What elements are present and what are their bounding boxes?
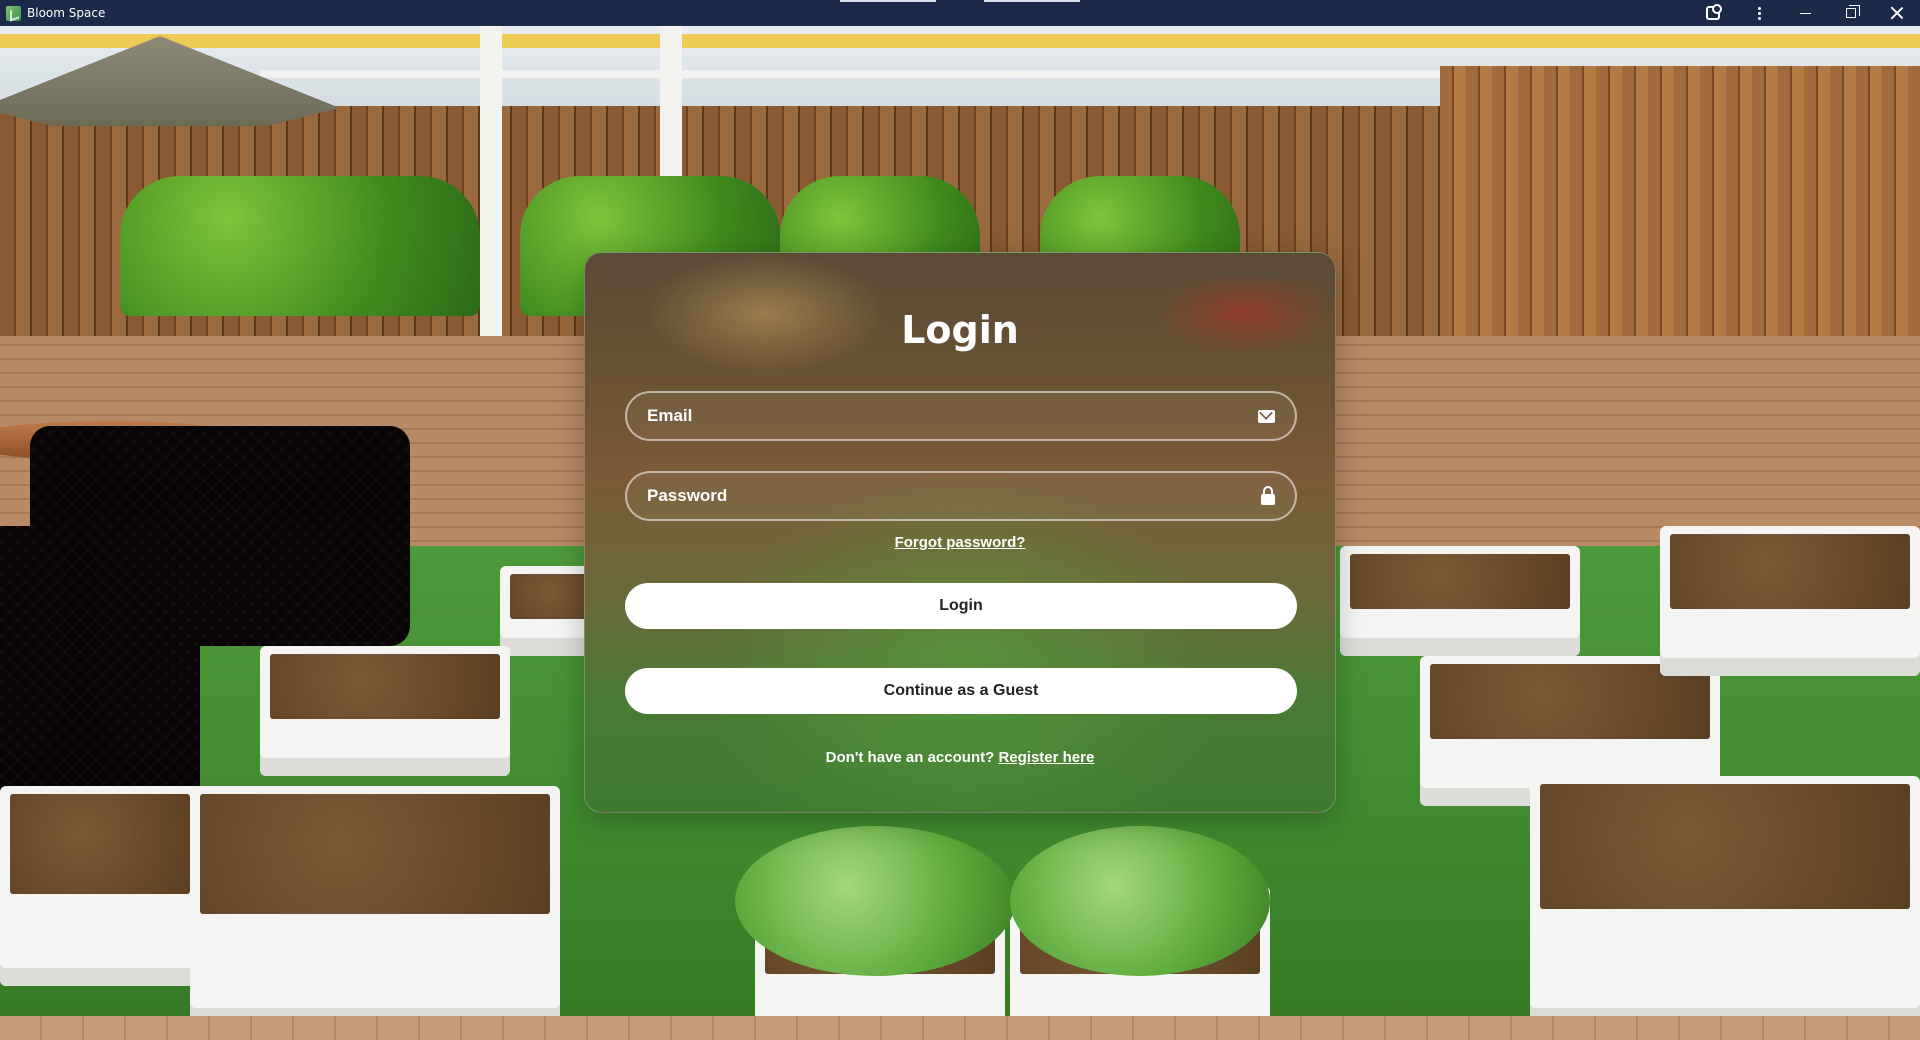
- email-input[interactable]: [647, 406, 1258, 426]
- extensions-icon: [1706, 4, 1722, 20]
- register-prompt-text: Don't have an account?: [825, 749, 995, 766]
- title-bar-tab-markers: [840, 0, 1080, 2]
- app-icon: [6, 5, 21, 21]
- register-prompt: Don't have an account? Register here: [585, 749, 1335, 766]
- minimize-button[interactable]: [1782, 0, 1828, 26]
- window-title: Bloom Space: [27, 6, 106, 20]
- window-title-bar: Bloom Space: [0, 0, 1920, 26]
- restore-button[interactable]: [1828, 0, 1874, 26]
- mail-icon: [1258, 409, 1275, 423]
- password-field[interactable]: [625, 471, 1297, 521]
- login-button[interactable]: Login: [625, 583, 1297, 629]
- lock-icon: [1261, 485, 1275, 505]
- login-card: Login Forgot password? Login Continue as…: [584, 252, 1336, 813]
- more-options-icon: [1757, 6, 1761, 20]
- restore-icon: [1846, 5, 1860, 18]
- more-options-button[interactable]: [1736, 0, 1782, 26]
- close-button[interactable]: [1874, 0, 1920, 26]
- forgot-password-link[interactable]: Forgot password?: [585, 534, 1335, 551]
- register-link[interactable]: Register here: [998, 749, 1094, 766]
- tab-indicator[interactable]: [984, 0, 1080, 2]
- password-input[interactable]: [647, 486, 1261, 506]
- tab-indicator[interactable]: [840, 0, 936, 2]
- extensions-button[interactable]: [1690, 0, 1736, 26]
- minimize-icon: [1799, 12, 1811, 14]
- continue-as-guest-button[interactable]: Continue as a Guest: [625, 668, 1297, 714]
- login-heading: Login: [901, 308, 1019, 352]
- close-icon: [1891, 7, 1903, 19]
- email-field[interactable]: [625, 391, 1297, 441]
